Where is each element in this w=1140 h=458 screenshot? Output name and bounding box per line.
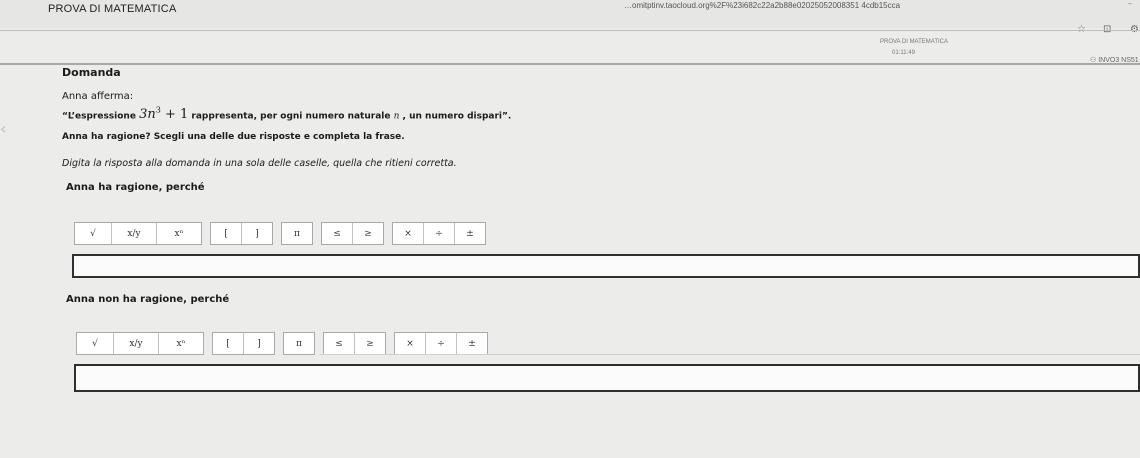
plusminus-button[interactable]: ± [455, 223, 485, 244]
geq-button[interactable]: ≥ [355, 333, 385, 354]
option-a-label: Anna ha ragione, perché [66, 182, 205, 193]
toolbar-group-compare: ≤ ≥ [323, 332, 386, 355]
stem-variable: n [393, 111, 400, 122]
bracket-open-button[interactable]: [ [213, 333, 244, 354]
exam-title: PROVA DI MATEMATICA [880, 39, 949, 45]
question-instructions: Digita la risposta alla domanda in una s… [62, 158, 457, 169]
divider [320, 354, 1140, 355]
times-button[interactable]: × [393, 223, 424, 244]
power-button[interactable]: xⁿ [157, 223, 201, 244]
app-title: PROVA DI MATEMATICA [48, 3, 177, 15]
expr-exponent: 3 [155, 106, 161, 115]
sqrt-button[interactable]: √ [77, 333, 114, 354]
math-toolbar-a: √ x/y xⁿ [ ] π ≤ ≥ × ÷ ± [74, 222, 494, 245]
divide-button[interactable]: ÷ [426, 333, 457, 354]
timer: 01:11:49 [892, 50, 915, 56]
stem-prefix: “L’espressione [62, 111, 136, 122]
toolbar-group-arith: × ÷ ± [392, 222, 486, 245]
leq-button[interactable]: ≤ [322, 223, 353, 244]
stem-mid: rappresenta, per ogni numero naturale [191, 111, 391, 122]
pi-button[interactable]: π [282, 223, 312, 244]
expr-rest: + 1 [164, 107, 189, 123]
header-divider [0, 30, 1140, 31]
toolbar-group-pi: π [283, 332, 315, 355]
divide-button[interactable]: ÷ [424, 223, 455, 244]
answer-field-a[interactable] [72, 254, 1140, 278]
sqrt-button[interactable]: √ [75, 223, 112, 244]
header-separator [0, 63, 1140, 65]
plusminus-button[interactable]: ± [457, 333, 487, 354]
bracket-close-button[interactable]: ] [242, 223, 272, 244]
bracket-open-button[interactable]: [ [211, 223, 242, 244]
option-b-label: Anna non ha ragione, perché [66, 294, 230, 305]
answer-field-b[interactable] [74, 364, 1140, 392]
geq-button[interactable]: ≥ [353, 223, 383, 244]
stem-suffix: , un numero dispari”. [402, 111, 512, 122]
fraction-button[interactable]: x/y [114, 333, 159, 354]
chevron-left-icon[interactable]: ‹ [0, 118, 12, 140]
toolbar-group-compare: ≤ ≥ [321, 222, 384, 245]
question-stem-1: Anna afferma: [62, 91, 134, 102]
power-button[interactable]: xⁿ [159, 333, 203, 354]
window-minimize-icon[interactable]: – [1128, 0, 1132, 8]
toolbar-group-pi: π [281, 222, 313, 245]
times-button[interactable]: × [395, 333, 426, 354]
toolbar-group-arith: × ÷ ± [394, 332, 488, 355]
bracket-close-button[interactable]: ] [244, 333, 274, 354]
question-stem-3: Anna ha ragione? Scegli una delle due ri… [62, 132, 405, 142]
question-label: Domanda [62, 66, 121, 79]
leq-button[interactable]: ≤ [324, 333, 355, 354]
toolbar-group-ops: √ x/y xⁿ [74, 222, 202, 245]
pi-button[interactable]: π [284, 333, 314, 354]
expr-base: 3n [139, 107, 156, 123]
math-toolbar-b: √ x/y xⁿ [ ] π ≤ ≥ × ÷ ± [76, 332, 496, 355]
toolbar-group-brackets: [ ] [210, 222, 273, 245]
url-bar[interactable]: …omitptinv.taocloud.org%2F%23i682c22a2b8… [624, 1, 900, 10]
question-stem-2: “L’espressione 3n3 + 1 rappresenta, per … [62, 106, 511, 122]
toolbar-group-ops: √ x/y xⁿ [76, 332, 204, 355]
math-expression: 3n3 + 1 [139, 106, 189, 123]
toolbar-group-brackets: [ ] [212, 332, 275, 355]
fraction-button[interactable]: x/y [112, 223, 157, 244]
